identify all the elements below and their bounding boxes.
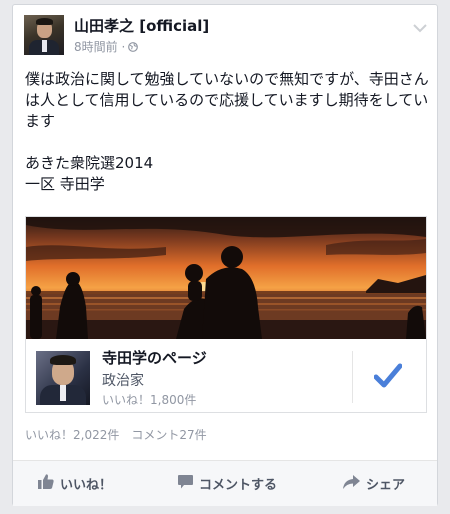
shared-page-row[interactable]: 寺田学のページ 政治家 いいね！1,800件 (26, 339, 426, 412)
page-avatar[interactable] (36, 351, 90, 405)
like-button-label: いいね！ (60, 478, 113, 493)
liked-check-icon[interactable] (373, 363, 403, 393)
comments-count[interactable]: コメント27件 (131, 428, 206, 442)
cover-photo (26, 217, 426, 339)
share-button-label: シェア (366, 478, 406, 493)
post-text: 僕は政治に関して勉強していないので無知ですが、寺田さんは人として信用しているので… (25, 70, 429, 193)
thumbs-up-icon (38, 474, 60, 493)
likes-count[interactable]: いいね！2,022件 (25, 428, 119, 442)
share-arrow-icon (343, 474, 366, 493)
author-name[interactable]: 山田孝之 [official] (74, 15, 209, 36)
comment-button[interactable]: コメントする (178, 461, 277, 506)
author-avatar[interactable] (24, 15, 64, 55)
shared-page-box[interactable]: 寺田学のページ 政治家 いいね！1,800件 (25, 216, 427, 413)
globe-icon (128, 41, 139, 55)
shared-page-name[interactable]: 寺田学のページ (102, 347, 207, 368)
post-timestamp[interactable]: 8時間前 · (74, 40, 125, 54)
divider (352, 351, 353, 403)
shared-page-category: 政治家 (102, 373, 144, 389)
comment-icon (178, 474, 199, 493)
post-stats: いいね！2,022件 コメント27件 (25, 426, 207, 443)
post-meta: 8時間前 · (74, 38, 139, 55)
comment-button-label: コメントする (199, 478, 278, 493)
like-button[interactable]: いいね！ (38, 461, 112, 506)
post-card: 山田孝之 [official] 8時間前 · 僕は政治に関して勉強していないので… (12, 4, 438, 506)
chevron-down-icon[interactable] (413, 18, 427, 37)
share-button[interactable]: シェア (343, 461, 405, 506)
shared-page-likes: いいね！1,800件 (102, 393, 197, 407)
action-bar: いいね！ コメントする シェア (13, 460, 437, 506)
